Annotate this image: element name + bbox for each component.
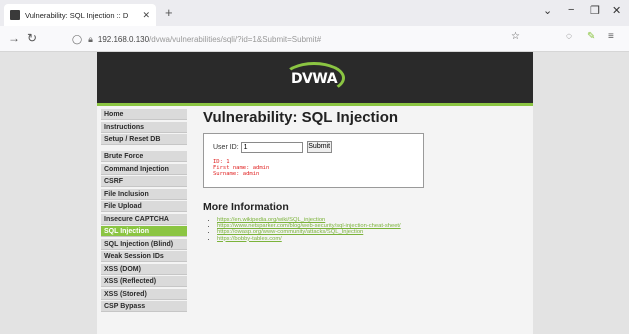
menu-item-file-upload[interactable]: File Upload	[101, 201, 187, 212]
more-information-heading: More Information	[203, 201, 289, 213]
dvwa-page: DVWA Home Instructions Setup / Reset DB …	[97, 52, 533, 334]
dvwa-logo-icon: DVWA	[283, 62, 345, 94]
browser-nav-bar: → ↻ ◯ 🔒︎ 192.168.0.130/dvwa/vulnerabilit…	[0, 26, 629, 52]
dvwa-header: DVWA	[97, 52, 533, 106]
tab-title: Vulnerability: SQL Injection :: D	[25, 10, 129, 20]
menu-item-brute-force[interactable]: Brute Force	[101, 151, 187, 162]
link-bobby-tables[interactable]: https://bobby-tables.com/	[217, 236, 523, 242]
menu-item-xss-reflected[interactable]: XSS (Reflected)	[101, 276, 187, 287]
menu-group-setup: Home Instructions Setup / Reset DB	[101, 109, 187, 145]
new-tab-button[interactable]: +	[165, 5, 173, 20]
menu-item-setup-reset-db[interactable]: Setup / Reset DB	[101, 134, 187, 145]
menu-item-home[interactable]: Home	[101, 109, 187, 120]
menu-item-command-injection[interactable]: Command Injection	[101, 163, 187, 175]
url-text: 192.168.0.130/dvwa/vulnerabilities/sqli/…	[98, 35, 321, 44]
result-surname: Surname: admin	[213, 171, 260, 177]
browser-tab-bar: Vulnerability: SQL Injection :: D ✕ + ⌄ …	[0, 0, 629, 26]
menu-item-xss-stored[interactable]: XSS (Stored)	[101, 288, 187, 300]
lock-icon[interactable]: 🔒︎	[88, 34, 93, 45]
close-window-button[interactable]: ✕	[612, 4, 621, 17]
sidebar-menu: Home Instructions Setup / Reset DB Brute…	[101, 109, 187, 318]
pocket-icon[interactable]: ◌	[566, 31, 572, 42]
menu-item-sql-injection[interactable]: SQL Injection	[101, 226, 187, 237]
menu-item-sql-injection-blind[interactable]: SQL Injection (Blind)	[101, 238, 187, 250]
menu-item-insecure-captcha[interactable]: Insecure CAPTCHA	[101, 213, 187, 225]
shield-icon[interactable]: ◯	[72, 34, 82, 45]
extension-icon[interactable]: ✎	[587, 31, 595, 42]
menu-item-csp-bypass[interactable]: CSP Bypass	[101, 301, 187, 312]
user-id-form: User ID: Submit	[213, 141, 414, 153]
submit-button[interactable]: Submit	[306, 141, 332, 153]
close-tab-icon[interactable]: ✕	[142, 10, 150, 21]
chevron-down-icon[interactable]: ⌄	[543, 4, 552, 17]
query-result: ID: 1 First name: admin Surname: admin	[213, 159, 414, 177]
menu-item-csrf[interactable]: CSRF	[101, 176, 187, 187]
menu-item-instructions[interactable]: Instructions	[101, 121, 187, 133]
menu-group-vulnerabilities: Brute Force Command Injection CSRF File …	[101, 151, 187, 312]
minimize-button[interactable]: −	[568, 4, 574, 16]
url-path: /dvwa/vulnerabilities/sqli/?id=1&Submit=…	[149, 34, 322, 44]
main-content: Vulnerability: SQL Injection User ID: Su…	[203, 109, 523, 242]
browser-tab[interactable]: Vulnerability: SQL Injection :: D ✕	[4, 4, 156, 26]
logo-text: DVWA	[290, 71, 338, 87]
url-bar[interactable]: ◯ 🔒︎ 192.168.0.130/dvwa/vulnerabilities/…	[64, 30, 526, 48]
menu-item-file-inclusion[interactable]: File Inclusion	[101, 188, 187, 200]
menu-item-weak-session-ids[interactable]: Weak Session IDs	[101, 251, 187, 262]
page-title: Vulnerability: SQL Injection	[203, 109, 399, 126]
maximize-button[interactable]: ❐	[590, 4, 600, 17]
forward-arrow-icon[interactable]: →	[8, 31, 20, 45]
vulnerable-code-area: User ID: Submit ID: 1 First name: admin …	[203, 133, 424, 188]
reload-icon[interactable]: ↻	[27, 31, 37, 45]
menu-icon[interactable]: ≡	[608, 31, 614, 42]
star-icon[interactable]: ☆	[511, 31, 520, 42]
menu-item-xss-dom[interactable]: XSS (DOM)	[101, 263, 187, 275]
reference-links: https://en.wikipedia.org/wiki/SQL_inject…	[203, 217, 523, 242]
user-id-input[interactable]	[240, 141, 303, 153]
user-id-label: User ID:	[213, 143, 239, 151]
url-host: 192.168.0.130	[97, 34, 150, 44]
dvwa-favicon-icon	[10, 10, 20, 20]
